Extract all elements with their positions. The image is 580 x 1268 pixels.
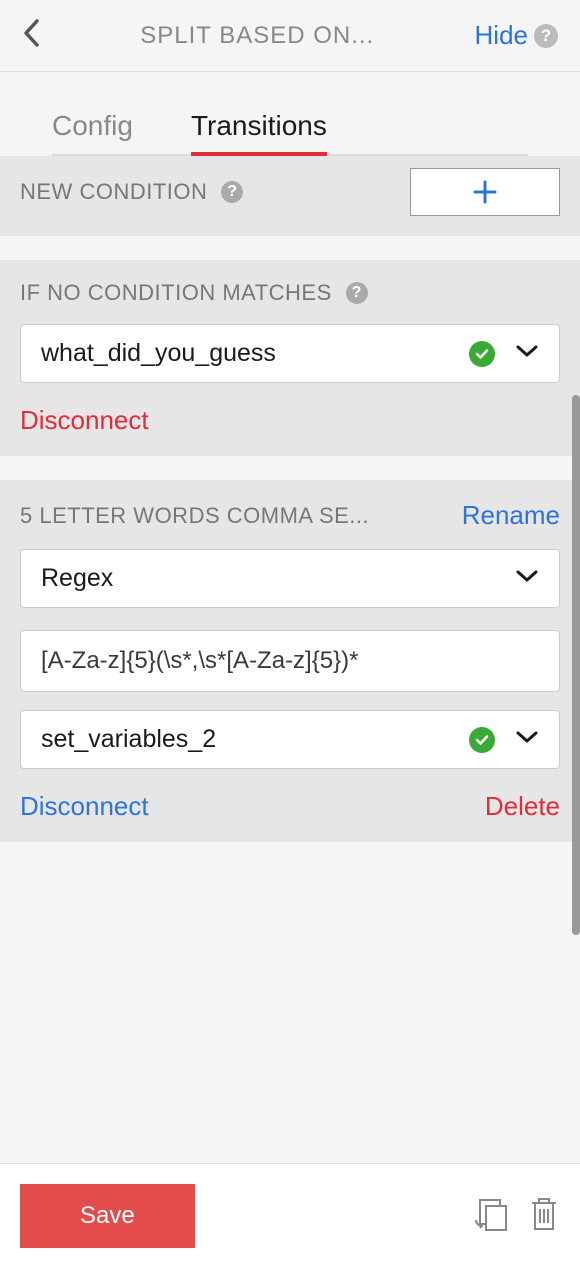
chevron-down-icon	[515, 344, 539, 363]
condition-title: 5 LETTER WORDS COMMA SE...	[20, 503, 452, 529]
back-button[interactable]	[22, 18, 40, 53]
new-condition-panel: NEW CONDITION ?	[0, 156, 580, 236]
no-match-label: IF NO CONDITION MATCHES ?	[20, 280, 560, 306]
regex-pattern-input[interactable]: [A-Za-z]{5}(\s*,\s*[A-Za-z]{5})*	[20, 630, 560, 692]
disconnect-link[interactable]: Disconnect	[20, 405, 149, 436]
chevron-down-icon	[515, 730, 539, 749]
help-icon[interactable]: ?	[534, 24, 558, 48]
condition-type-select[interactable]: Regex	[20, 549, 560, 608]
no-match-target-select[interactable]: what_did_you_guess	[20, 324, 560, 383]
footer: Save	[0, 1163, 580, 1268]
tab-transitions[interactable]: Transitions	[191, 110, 327, 154]
save-button[interactable]: Save	[20, 1184, 195, 1248]
tabs: Config Transitions	[52, 110, 528, 156]
help-icon[interactable]: ?	[221, 181, 243, 203]
page-title: SPLIT BASED ON...	[40, 22, 475, 50]
scrollbar[interactable]	[572, 395, 580, 935]
new-condition-label: NEW CONDITION ?	[20, 179, 243, 205]
tab-config[interactable]: Config	[52, 110, 133, 154]
no-match-text: IF NO CONDITION MATCHES	[20, 280, 332, 306]
content: NEW CONDITION ? IF NO CONDITION MATCHES …	[0, 156, 580, 842]
check-icon	[469, 727, 495, 753]
new-condition-text: NEW CONDITION	[20, 179, 207, 205]
trash-icon[interactable]	[528, 1195, 560, 1238]
condition-target-value: set_variables_2	[41, 725, 216, 754]
help-icon[interactable]: ?	[346, 282, 368, 304]
disconnect-link[interactable]: Disconnect	[20, 791, 149, 822]
header: SPLIT BASED ON... Hide ?	[0, 0, 580, 72]
copy-icon[interactable]	[472, 1196, 508, 1237]
no-match-panel: IF NO CONDITION MATCHES ? what_did_you_g…	[0, 260, 580, 456]
condition-type-value: Regex	[41, 564, 113, 593]
add-condition-button[interactable]	[410, 168, 560, 216]
delete-link[interactable]: Delete	[485, 791, 560, 822]
condition-target-select[interactable]: set_variables_2	[20, 710, 560, 769]
rename-link[interactable]: Rename	[462, 500, 560, 531]
hide-link[interactable]: Hide	[475, 20, 528, 51]
no-match-target-value: what_did_you_guess	[41, 339, 276, 368]
check-icon	[469, 341, 495, 367]
chevron-down-icon	[515, 569, 539, 588]
condition-panel: 5 LETTER WORDS COMMA SE... Rename Regex …	[0, 480, 580, 842]
